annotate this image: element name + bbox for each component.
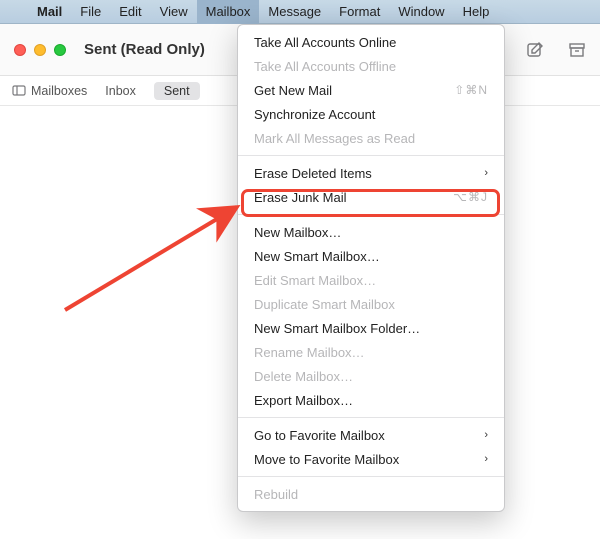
favorite-sent[interactable]: Sent <box>154 82 200 100</box>
chevron-right-icon: › <box>484 167 488 179</box>
menu-item-export-mailbox[interactable]: Export Mailbox… <box>238 388 504 412</box>
menu-separator <box>238 476 504 477</box>
mailboxes-label: Mailboxes <box>31 84 87 98</box>
window-controls <box>14 44 66 56</box>
system-menubar: Mail File Edit View Mailbox Message Form… <box>0 0 600 24</box>
minimize-window-button[interactable] <box>34 44 46 56</box>
menu-mailbox[interactable]: Mailbox <box>197 0 260 24</box>
menu-item-label: Get New Mail <box>254 83 332 98</box>
archive-icon[interactable] <box>568 41 586 59</box>
menu-message[interactable]: Message <box>259 0 330 24</box>
menu-item-synchronize-account[interactable]: Synchronize Account <box>238 102 504 126</box>
window-title: Sent (Read Only) <box>84 41 205 58</box>
menu-item-delete-mailbox: Delete Mailbox… <box>238 364 504 388</box>
menu-item-label: Delete Mailbox… <box>254 369 353 384</box>
menu-item-edit-smart-mailbox: Edit Smart Mailbox… <box>238 268 504 292</box>
app-menu[interactable]: Mail <box>28 0 71 24</box>
menu-item-label: New Smart Mailbox Folder… <box>254 321 420 336</box>
menu-item-new-mailbox[interactable]: New Mailbox… <box>238 220 504 244</box>
menu-item-label: New Mailbox… <box>254 225 341 240</box>
menu-window[interactable]: Window <box>389 0 453 24</box>
mailbox-dropdown-menu: Take All Accounts Online Take All Account… <box>237 24 505 512</box>
menu-item-take-all-accounts-online[interactable]: Take All Accounts Online <box>238 30 504 54</box>
menu-item-label: Mark All Messages as Read <box>254 131 415 146</box>
menu-item-label: Take All Accounts Offline <box>254 59 396 74</box>
menu-item-go-to-favorite-mailbox[interactable]: Go to Favorite Mailbox › <box>238 423 504 447</box>
menu-item-label: Rename Mailbox… <box>254 345 365 360</box>
menu-item-label: Rebuild <box>254 487 298 502</box>
compose-icon[interactable] <box>526 41 544 59</box>
menu-help[interactable]: Help <box>454 0 499 24</box>
mailboxes-button[interactable]: Mailboxes <box>12 84 87 98</box>
menu-view[interactable]: View <box>151 0 197 24</box>
menu-item-label: Duplicate Smart Mailbox <box>254 297 395 312</box>
menu-item-take-all-accounts-offline: Take All Accounts Offline <box>238 54 504 78</box>
menu-item-erase-junk-mail[interactable]: Erase Junk Mail ⌥⌘J <box>238 185 504 209</box>
menu-item-get-new-mail[interactable]: Get New Mail ⇧⌘N <box>238 78 504 102</box>
menu-item-move-to-favorite-mailbox[interactable]: Move to Favorite Mailbox › <box>238 447 504 471</box>
chevron-right-icon: › <box>484 429 488 441</box>
menu-item-label: Go to Favorite Mailbox <box>254 428 385 443</box>
menu-separator <box>238 214 504 215</box>
menu-item-new-smart-mailbox[interactable]: New Smart Mailbox… <box>238 244 504 268</box>
menu-edit[interactable]: Edit <box>110 0 150 24</box>
menu-item-erase-deleted-items[interactable]: Erase Deleted Items › <box>238 161 504 185</box>
sidebar-icon <box>12 85 26 96</box>
menu-item-label: Export Mailbox… <box>254 393 353 408</box>
zoom-window-button[interactable] <box>54 44 66 56</box>
menu-item-label: Erase Junk Mail <box>254 190 346 205</box>
chevron-right-icon: › <box>484 453 488 465</box>
menu-item-duplicate-smart-mailbox: Duplicate Smart Mailbox <box>238 292 504 316</box>
menu-separator <box>238 155 504 156</box>
favorite-inbox[interactable]: Inbox <box>105 84 136 98</box>
menu-file[interactable]: File <box>71 0 110 24</box>
menu-item-rebuild: Rebuild <box>238 482 504 506</box>
menu-item-mark-all-messages-as-read: Mark All Messages as Read <box>238 126 504 150</box>
menu-item-shortcut: ⇧⌘N <box>454 83 488 97</box>
menu-format[interactable]: Format <box>330 0 389 24</box>
close-window-button[interactable] <box>14 44 26 56</box>
menu-item-label: Move to Favorite Mailbox <box>254 452 399 467</box>
menu-item-label: Take All Accounts Online <box>254 35 396 50</box>
menu-item-label: New Smart Mailbox… <box>254 249 380 264</box>
menu-item-label: Edit Smart Mailbox… <box>254 273 376 288</box>
menu-item-rename-mailbox: Rename Mailbox… <box>238 340 504 364</box>
menu-separator <box>238 417 504 418</box>
menu-item-shortcut: ⌥⌘J <box>453 190 488 204</box>
menu-item-label: Synchronize Account <box>254 107 375 122</box>
menu-item-new-smart-mailbox-folder[interactable]: New Smart Mailbox Folder… <box>238 316 504 340</box>
menu-item-label: Erase Deleted Items <box>254 166 372 181</box>
